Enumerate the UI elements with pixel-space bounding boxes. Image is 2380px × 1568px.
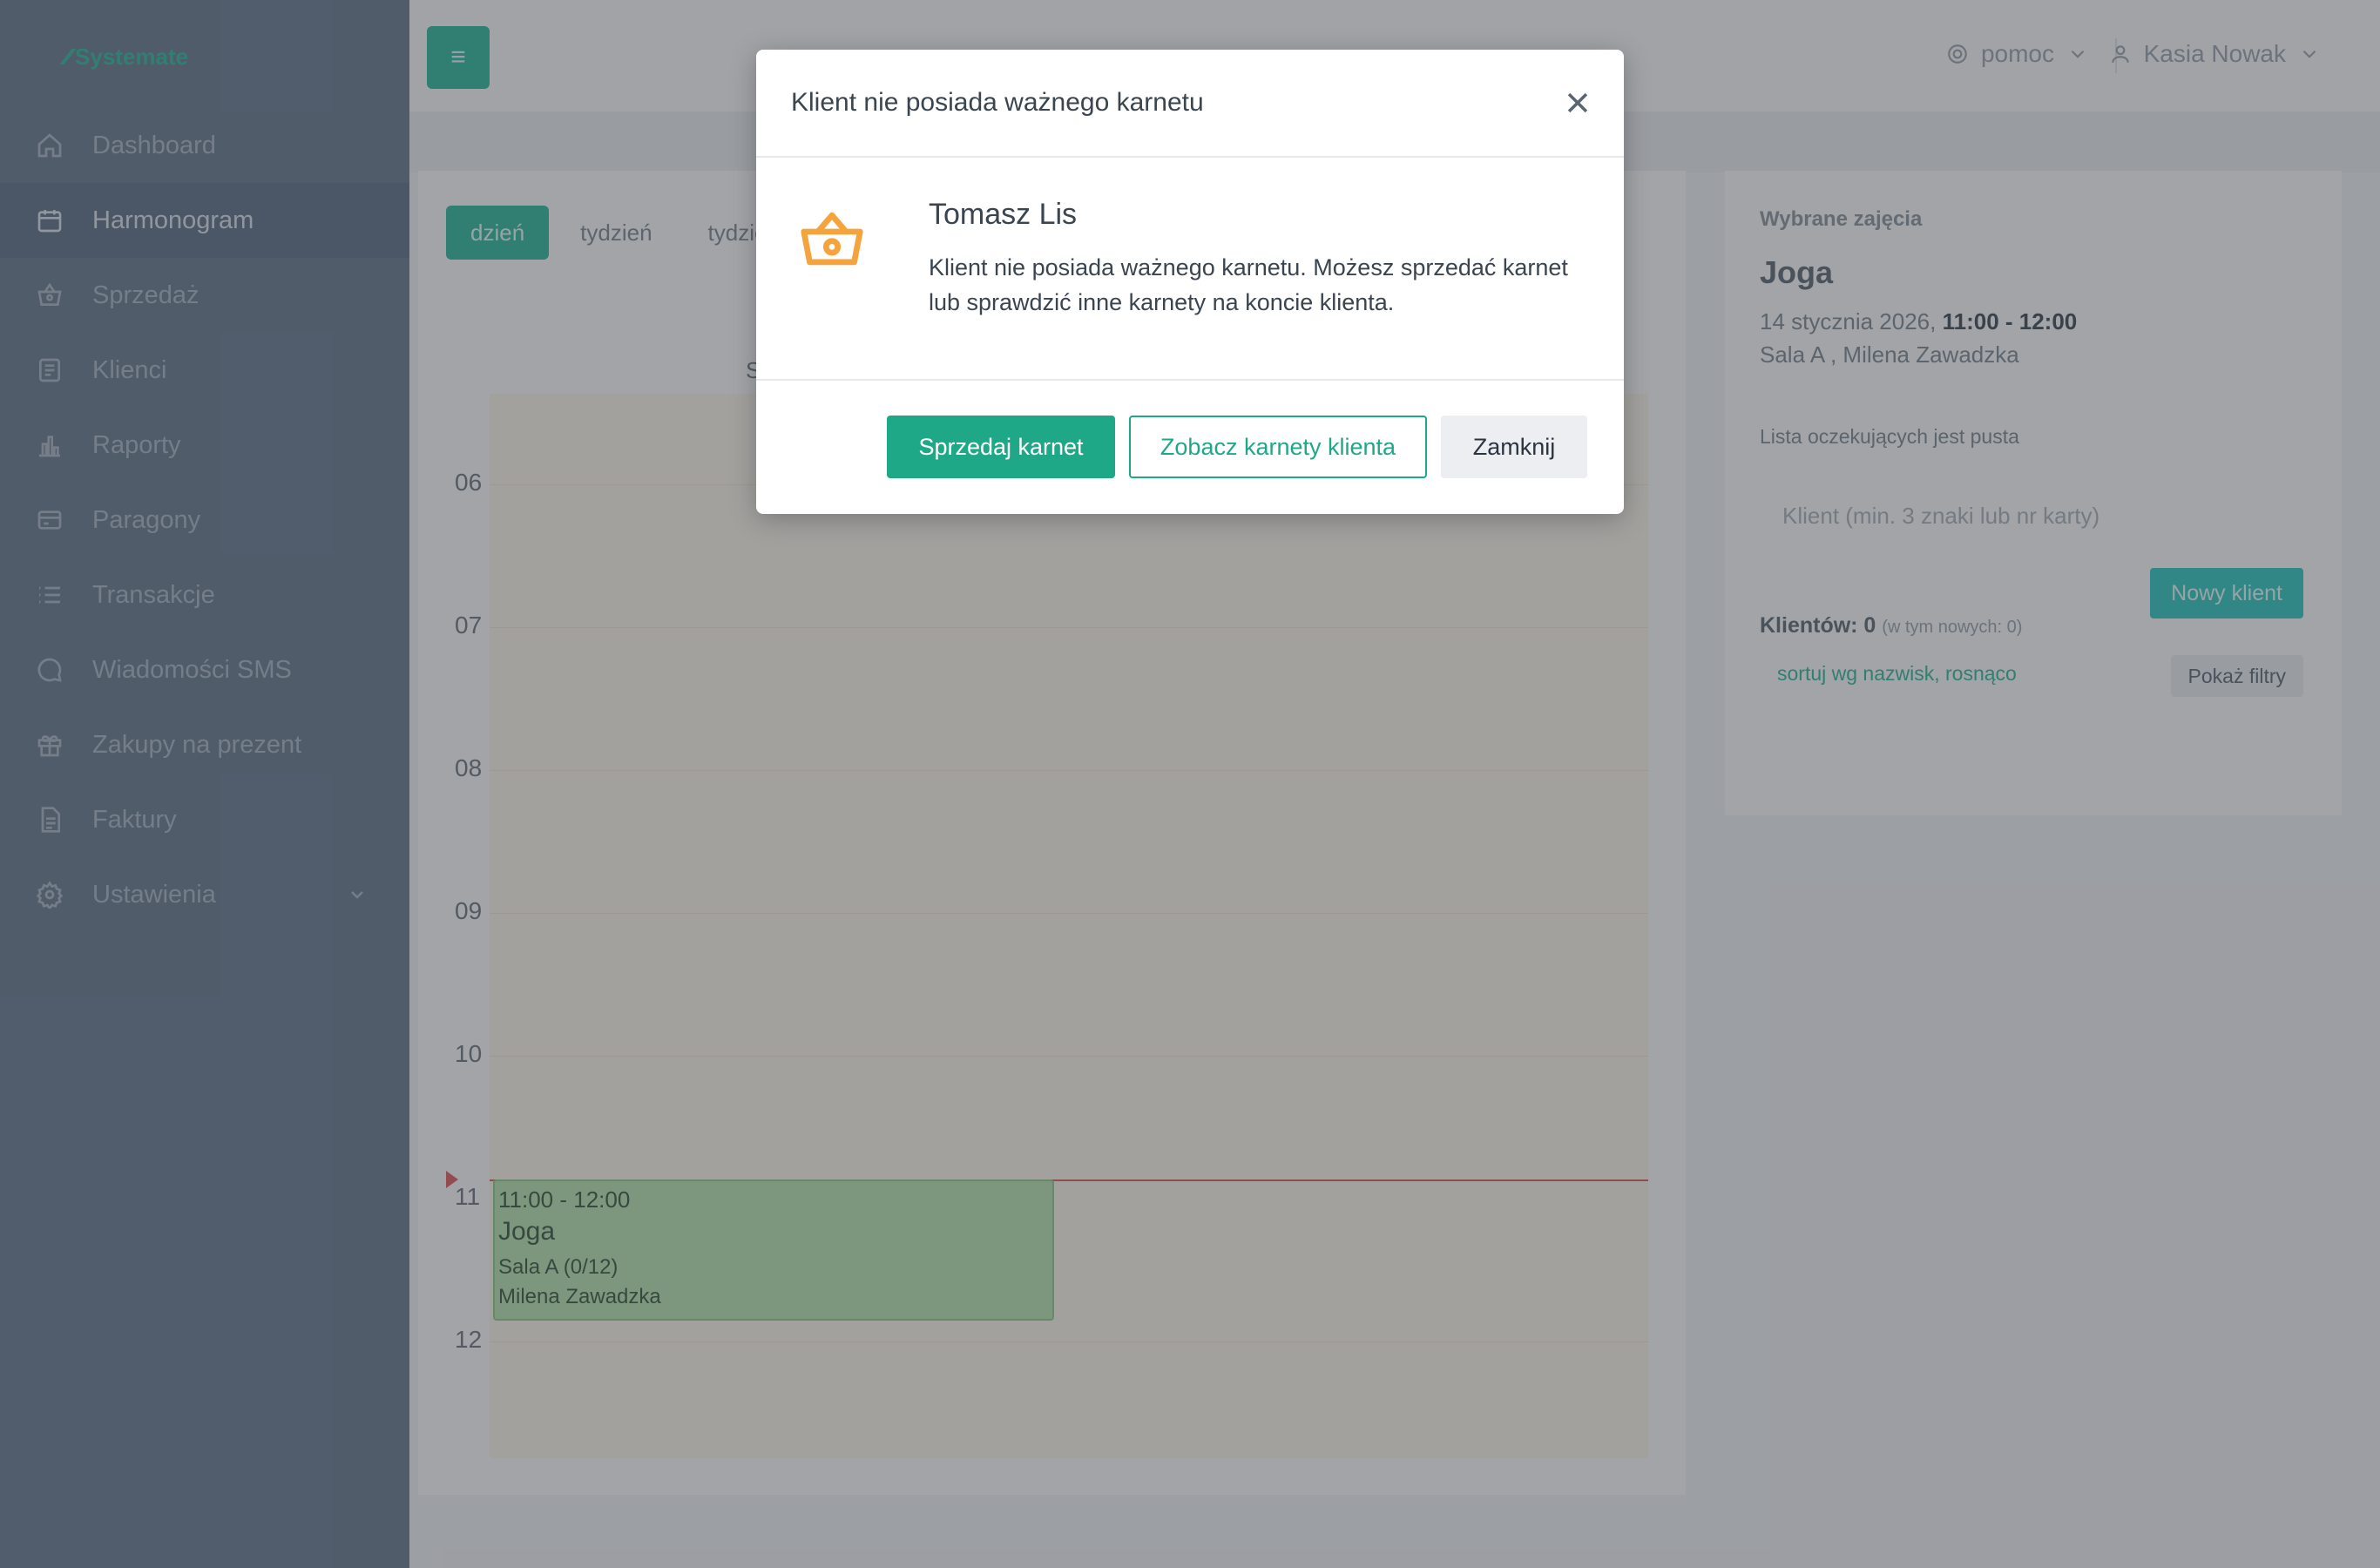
sell-pass-button[interactable]: Sprzedaj karnet (887, 416, 1115, 478)
client-name: Tomasz Lis (929, 198, 1078, 231)
close-icon[interactable] (1558, 83, 1598, 123)
dialog-title: Klient nie posiada ważnego karnetu (791, 88, 1204, 117)
basket-icon (794, 201, 869, 276)
no-pass-dialog: Klient nie posiada ważnego karnetu Tomas… (756, 50, 1624, 514)
dialog-header: Klient nie posiada ważnego karnetu (756, 50, 1624, 158)
close-button[interactable]: Zamknij (1441, 416, 1587, 478)
dialog-message: Klient nie posiada ważnego karnetu. Może… (929, 254, 1568, 315)
view-client-passes-button[interactable]: Zobacz karnety klienta (1129, 416, 1427, 478)
dialog-body: Tomasz Lis Klient nie posiada ważnego ka… (756, 158, 1624, 381)
dialog-footer: Sprzedaj karnet Zobacz karnety klienta Z… (756, 381, 1624, 511)
